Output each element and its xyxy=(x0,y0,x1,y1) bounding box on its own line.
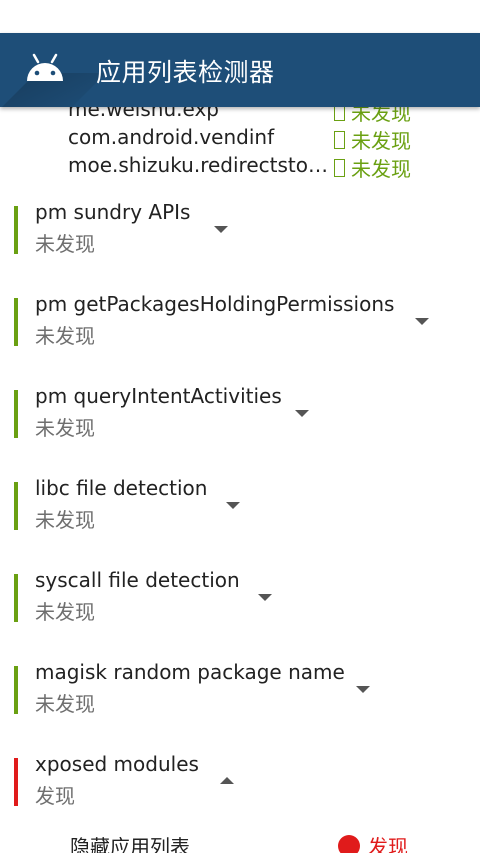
check-status: 未发现 xyxy=(35,600,95,624)
check-status: 未发现 xyxy=(35,416,95,440)
package-status: 未发现 xyxy=(334,125,411,154)
status-text: 未发现 xyxy=(351,129,411,153)
status-icon xyxy=(334,131,345,149)
check-status: 未发现 xyxy=(35,324,95,348)
check-name: libc file detection xyxy=(35,476,208,500)
chevron-down-icon[interactable] xyxy=(356,686,370,693)
package-name: com.android.vendinf xyxy=(68,125,275,149)
status-bar xyxy=(0,0,480,33)
check-item-pm-get-packages-holding-permissions[interactable]: pm getPackagesHoldingPermissions 未发现 xyxy=(0,292,480,368)
list-item: moe.shizuku.redirectstorage 未发现 xyxy=(68,153,480,183)
check-name: xposed modules xyxy=(35,752,199,776)
chevron-down-icon[interactable] xyxy=(214,226,228,233)
chevron-down-icon[interactable] xyxy=(226,502,240,509)
xposed-detail-row: 隐藏应用列表 发现 xyxy=(0,829,480,853)
check-status: 未发现 xyxy=(35,232,95,256)
status-indicator-bar xyxy=(14,574,18,622)
status-indicator-bar xyxy=(14,666,18,714)
app-bar: 应用列表检测器 xyxy=(0,33,480,107)
app-title: 应用列表检测器 xyxy=(96,58,275,87)
chevron-down-icon[interactable] xyxy=(415,318,429,325)
check-status: 未发现 xyxy=(35,692,95,716)
check-item-pm-query-intent-activities[interactable]: pm queryIntentActivities 未发现 xyxy=(0,384,480,460)
detail-status: 发现 xyxy=(368,835,408,853)
check-item-syscall-file-detection[interactable]: syscall file detection 未发现 xyxy=(0,568,480,644)
status-indicator-bar xyxy=(14,758,18,806)
package-name: me.weishu.exp xyxy=(68,107,219,121)
android-icon xyxy=(27,53,63,81)
status-indicator-bar xyxy=(14,390,18,438)
check-item-pm-sundry-apis[interactable]: pm sundry APIs 未发现 xyxy=(0,200,480,276)
check-item-magisk-random-package-name[interactable]: magisk random package name 未发现 xyxy=(0,660,480,736)
status-indicator-bar xyxy=(14,206,18,254)
chevron-down-icon[interactable] xyxy=(258,594,272,601)
check-status: 发现 xyxy=(35,784,75,808)
check-name: pm sundry APIs xyxy=(35,200,191,224)
list-item: me.weishu.exp 未发现 xyxy=(68,107,480,127)
chevron-up-icon[interactable] xyxy=(220,777,234,784)
check-name: syscall file detection xyxy=(35,568,240,592)
detail-label: 隐藏应用列表 xyxy=(70,835,190,853)
check-item-libc-file-detection[interactable]: libc file detection 未发现 xyxy=(0,476,480,552)
check-status: 未发现 xyxy=(35,508,95,532)
check-name: pm getPackagesHoldingPermissions xyxy=(35,292,395,316)
results-list[interactable]: me.weishu.exp 未发现 com.android.vendinf 未发… xyxy=(0,107,480,853)
status-text: 未发现 xyxy=(351,157,411,181)
alert-dot-icon xyxy=(338,835,360,853)
status-icon xyxy=(334,159,345,177)
status-icon xyxy=(334,107,345,121)
status-indicator-bar xyxy=(14,298,18,346)
package-status: 未发现 xyxy=(334,153,411,182)
check-name: pm queryIntentActivities xyxy=(35,384,282,408)
chevron-down-icon[interactable] xyxy=(295,410,309,417)
status-text: 未发现 xyxy=(351,107,411,125)
status-indicator-bar xyxy=(14,482,18,530)
package-name: moe.shizuku.redirectstorage xyxy=(68,153,330,177)
check-item-xposed-modules[interactable]: xposed modules 发现 xyxy=(0,752,480,828)
check-name: magisk random package name xyxy=(35,660,345,684)
package-status: 未发现 xyxy=(334,107,411,126)
list-item: com.android.vendinf 未发现 xyxy=(68,125,480,155)
